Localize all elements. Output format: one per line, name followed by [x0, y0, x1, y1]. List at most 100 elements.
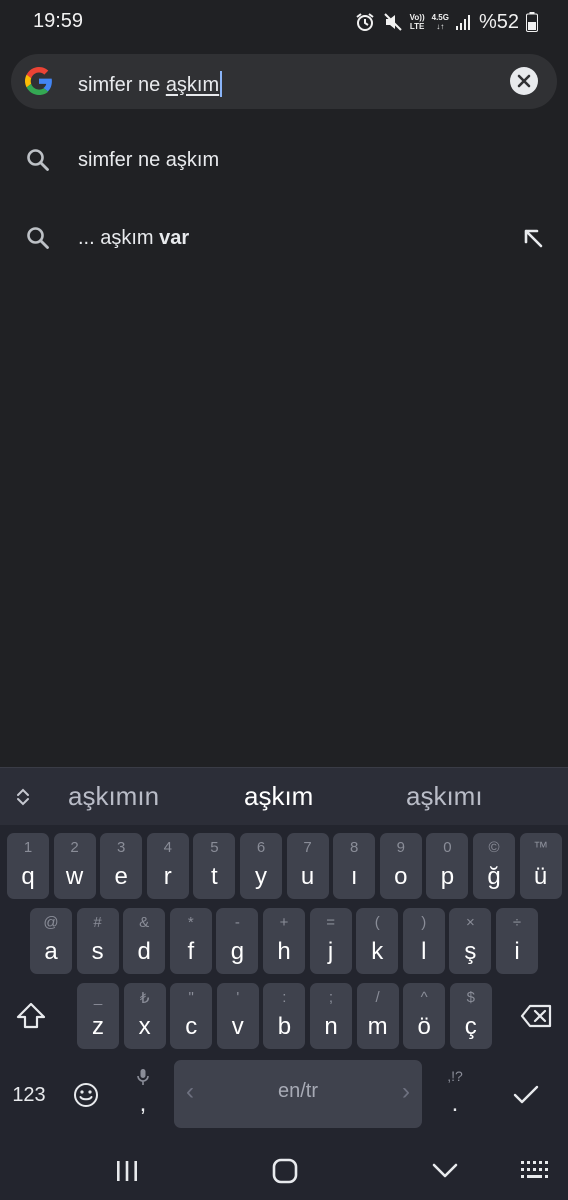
key-s[interactable]: # s — [76, 908, 119, 974]
key-d[interactable]: & d — [123, 908, 166, 974]
status-time: 19:59 — [33, 10, 84, 32]
key-label: j — [327, 938, 334, 965]
suggestion-text: ... aşkım var — [78, 227, 189, 250]
key-j[interactable]: = j — [309, 908, 352, 974]
search-bar[interactable]: simfer ne aşkım — [11, 54, 557, 109]
search-composing-text: aşkım — [165, 74, 220, 96]
key-hint: × — [466, 914, 475, 931]
key-label: g — [230, 938, 245, 965]
key-f[interactable]: * f — [169, 908, 212, 974]
shift-key[interactable] — [8, 983, 54, 1049]
enter-key[interactable] — [500, 1062, 552, 1128]
google-logo-icon — [25, 67, 52, 95]
key-c[interactable]: " c — [170, 983, 213, 1049]
key-z[interactable]: _ z — [77, 983, 119, 1049]
key-n[interactable]: ; n — [310, 983, 352, 1049]
key-v[interactable]: ' v — [216, 983, 259, 1049]
key-p[interactable]: 0p — [426, 833, 469, 899]
back-icon[interactable] — [430, 1160, 460, 1182]
space-key[interactable]: ‹ en/tr › — [174, 1060, 422, 1128]
key-e[interactable]: 3e — [100, 833, 143, 899]
key-hint: / — [375, 989, 380, 1006]
key-hint: ™ — [533, 839, 549, 856]
key-label: ı — [350, 863, 358, 890]
prediction-word[interactable]: aşkımı — [406, 781, 483, 812]
key-hint: © — [488, 839, 500, 856]
suggestion-item[interactable]: ... aşkım var — [0, 203, 568, 273]
key-x[interactable]: ₺ x — [123, 983, 166, 1049]
key-o[interactable]: 9o — [379, 833, 422, 899]
key-ö[interactable]: ^ ö — [403, 983, 446, 1049]
data-arrows-icon: 4.5G ↓↑ — [432, 13, 449, 31]
key-hint: ( — [374, 914, 380, 931]
key-b[interactable]: :b — [263, 983, 306, 1049]
key-label: p — [440, 863, 455, 890]
key-h[interactable]: + h — [263, 908, 305, 974]
prediction-word[interactable]: aşkımın — [68, 781, 159, 812]
key-hint: * — [187, 914, 194, 931]
key-ş[interactable]: × ş — [449, 908, 492, 974]
key-hint: 8 — [350, 839, 359, 856]
prediction-word-main[interactable]: aşkım — [244, 781, 313, 812]
clear-search-button[interactable] — [510, 67, 538, 95]
key-hint: " — [188, 989, 194, 1006]
search-input[interactable]: simfer ne aşkım — [78, 71, 223, 97]
key-hint: = — [326, 914, 335, 931]
key-a[interactable]: @ a — [30, 908, 72, 974]
shift-icon — [16, 1002, 46, 1029]
space-language-label: en/tr — [277, 1080, 319, 1102]
symbols-key[interactable]: 123 — [0, 1062, 58, 1128]
expand-toolbar-icon[interactable] — [12, 786, 34, 808]
keyboard-switch-icon[interactable] — [520, 1159, 550, 1183]
suggestion-item[interactable]: simfer ne aşkım — [0, 125, 568, 195]
suggestion-prefix: ... aşkım — [78, 227, 160, 249]
status-bar: 19:59 Vo)) LTE 4.5G ↓↑ %52 — [0, 0, 568, 46]
key-label: t — [211, 863, 218, 890]
key-label: ş — [464, 938, 477, 965]
key-ğ[interactable]: © ğ — [473, 833, 515, 899]
key-ü[interactable]: ™ ü — [519, 833, 562, 899]
key-label: y — [255, 863, 267, 890]
key-label: ü — [533, 863, 548, 890]
key-t[interactable]: 5t — [193, 833, 236, 899]
microphone-icon — [137, 1069, 149, 1085]
close-icon — [517, 74, 531, 88]
key-label: r — [163, 863, 172, 890]
key-label: l — [421, 938, 427, 965]
key-hint: 2 — [70, 839, 79, 856]
key-label: ö — [417, 1013, 431, 1040]
key-q[interactable]: 1q — [7, 833, 49, 899]
key-y[interactable]: 6y — [240, 833, 282, 899]
key-i[interactable]: ÷ i — [496, 908, 538, 974]
arrow-up-left-icon[interactable] — [520, 225, 546, 251]
emoji-key[interactable] — [60, 1062, 112, 1128]
key-g[interactable]: -g — [216, 908, 259, 974]
key-l[interactable]: ) l — [402, 908, 445, 974]
key-hint: 0 — [443, 839, 452, 856]
suggestion-text: simfer ne aşkım — [78, 149, 219, 172]
key-r[interactable]: 4r — [146, 833, 189, 899]
key-hint: & — [139, 914, 150, 931]
home-icon[interactable] — [271, 1158, 299, 1184]
key-hint: : — [282, 989, 287, 1006]
key-label: v — [231, 1013, 244, 1040]
key-k[interactable]: (k — [356, 908, 399, 974]
key-label: o — [394, 863, 408, 890]
comma-key[interactable]: , — [118, 1062, 168, 1128]
key-ı[interactable]: 8ı — [333, 833, 376, 899]
search-query-text: simfer ne — [78, 74, 166, 96]
key-label: q — [21, 863, 35, 890]
key-m[interactable]: / m — [356, 983, 399, 1049]
period-key[interactable]: ,!? . — [430, 1062, 480, 1128]
key-w[interactable]: 2w — [53, 833, 96, 899]
battery-icon — [526, 12, 538, 32]
key-hint: ^ — [420, 989, 428, 1006]
period-label: . — [451, 1090, 459, 1117]
recents-icon[interactable] — [114, 1159, 140, 1183]
key-ç[interactable]: $ ç — [449, 983, 492, 1049]
key-label: b — [277, 1013, 292, 1040]
emoji-icon — [74, 1083, 98, 1107]
key-u[interactable]: 7u — [286, 833, 329, 899]
backspace-key[interactable] — [512, 983, 560, 1049]
key-hint: $ — [466, 989, 475, 1006]
